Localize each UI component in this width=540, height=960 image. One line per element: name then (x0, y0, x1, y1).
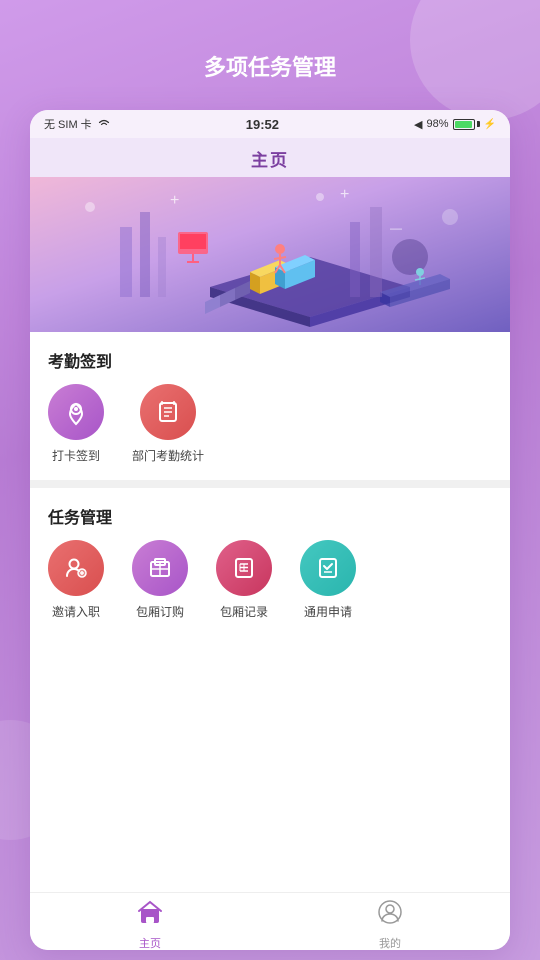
content-area: 考勤签到 打卡签到 (30, 332, 510, 636)
general-apply-icon-circle (300, 540, 356, 596)
pkg-order-item[interactable]: 包厢订购 (132, 540, 188, 620)
pkg-record-label: 包厢记录 (220, 603, 268, 620)
invite-label: 邀请入职 (52, 603, 100, 620)
invite-item[interactable]: 邀请入职 (48, 540, 104, 620)
checkin-label: 打卡签到 (52, 447, 100, 464)
tab-home[interactable]: 主页 (30, 893, 270, 951)
pkg-record-item[interactable]: 包厢记录 (216, 540, 272, 620)
section-title-tasks: 任务管理 (48, 488, 492, 540)
bg-circle-top (410, 0, 540, 120)
status-bar: 无 SIM 卡 19:52 ◀ 98% ⚡ (30, 110, 510, 138)
invite-icon-circle (48, 540, 104, 596)
dept-stat-item[interactable]: 部门考勤统计 (132, 384, 204, 464)
svg-text:+: + (170, 192, 179, 209)
hero-banner: + + — (30, 177, 510, 332)
sim-text: 无 SIM 卡 (44, 116, 92, 132)
tab-profile[interactable]: 我的 (270, 893, 510, 951)
checkin-icon-circle (48, 384, 104, 440)
location-icon: ◀ (414, 118, 422, 131)
section-divider (30, 480, 510, 488)
app-nav-bar: 主页 (30, 138, 510, 177)
app-nav-title: 主页 (251, 151, 289, 170)
task-grid: 邀请入职 包厢订购 (48, 540, 492, 636)
pkg-order-label: 包厢订购 (136, 603, 184, 620)
svg-text:+: + (340, 186, 349, 203)
battery-indicator (453, 119, 480, 130)
status-time: 19:52 (246, 117, 279, 132)
checkin-item[interactable]: 打卡签到 (48, 384, 104, 464)
dept-stat-icon-circle (140, 384, 196, 440)
charge-icon: ⚡ (484, 119, 496, 130)
tab-home-icon (137, 899, 163, 932)
tab-profile-label: 我的 (379, 935, 401, 951)
general-apply-item[interactable]: 通用申请 (300, 540, 356, 620)
general-apply-label: 通用申请 (304, 603, 352, 620)
battery-percent: 98% (427, 118, 449, 130)
wifi-icon (97, 117, 111, 131)
section-title-attendance: 考勤签到 (48, 332, 492, 384)
phone-frame: 无 SIM 卡 19:52 ◀ 98% ⚡ 主页 (30, 110, 510, 950)
dept-stat-label: 部门考勤统计 (132, 447, 204, 464)
svg-text:—: — (390, 221, 402, 235)
tab-bar: 主页 我的 (30, 892, 510, 950)
tab-home-label: 主页 (139, 935, 161, 951)
tab-profile-icon (377, 899, 403, 932)
status-left: 无 SIM 卡 (44, 116, 111, 132)
pkg-record-icon-circle (216, 540, 272, 596)
attendance-grid: 打卡签到 部门考勤统计 (48, 384, 492, 480)
status-right: ◀ 98% ⚡ (414, 118, 496, 131)
pkg-order-icon-circle (132, 540, 188, 596)
